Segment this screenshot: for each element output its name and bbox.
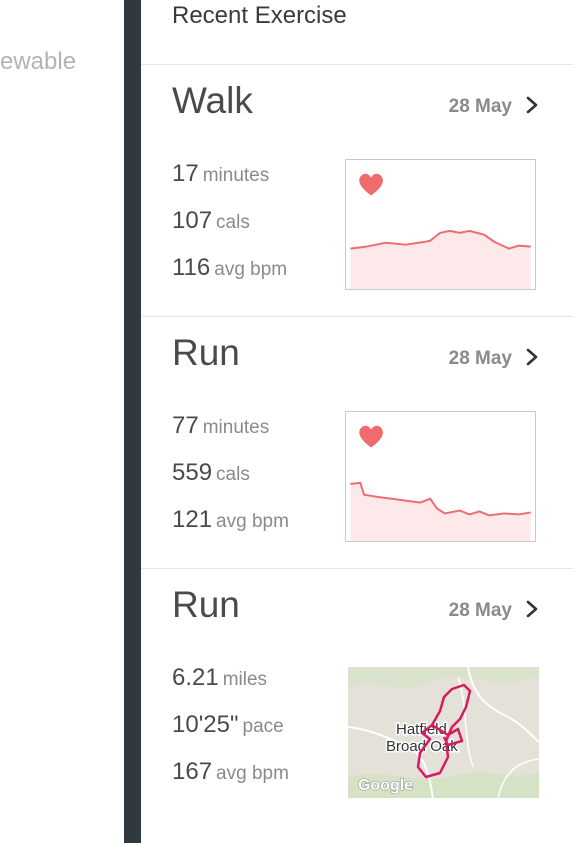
- chevron-right-icon[interactable]: [521, 598, 543, 620]
- exercise-name: Run: [172, 332, 240, 373]
- panel-edge: [124, 0, 141, 843]
- exercise-date: 28 May: [448, 348, 512, 369]
- stat-pace: 10'25" pace: [172, 711, 284, 738]
- stat-duration: 77 minutes: [172, 412, 270, 439]
- exercise-card-run[interactable]: Run 28 May 77 minutes 559 cals 121 avg bpm: [141, 316, 573, 566]
- stat-heart-rate: 167 avg bpm: [172, 758, 289, 785]
- panel-title: Recent Exercise: [172, 2, 347, 29]
- route-map: Hatfield Broad Oak Google: [348, 667, 539, 798]
- stat-duration: 17 minutes: [172, 160, 270, 187]
- heart-icon: [359, 173, 383, 196]
- stat-heart-rate: 116 avg bpm: [172, 254, 288, 281]
- chevron-right-icon[interactable]: [521, 346, 543, 368]
- heart-icon: [359, 425, 383, 448]
- exercise-name: Run: [172, 584, 240, 625]
- exercise-date: 28 May: [448, 96, 512, 117]
- background-text-fragment: ewable: [0, 48, 77, 75]
- map-attribution: Google: [358, 777, 413, 794]
- exercise-card-run-map[interactable]: Run 28 May 6.21 miles 10'25" pace 167 avg b…: [141, 568, 573, 818]
- exercise-date: 28 May: [448, 600, 512, 621]
- heart-rate-graph: [345, 411, 536, 542]
- stat-heart-rate: 121 avg bpm: [172, 506, 289, 533]
- stat-distance: 6.21 miles: [172, 664, 268, 691]
- exercise-card-walk[interactable]: Walk 28 May 17 minutes 107 cals 116 avg bpm: [141, 64, 573, 314]
- stat-calories: 559 cals: [172, 459, 250, 486]
- chevron-right-icon[interactable]: [521, 94, 543, 116]
- recent-exercise-panel: Recent Exercise Walk 28 May 17 minutes 10…: [141, 0, 573, 843]
- exercise-name: Walk: [172, 80, 253, 121]
- heart-rate-graph: [345, 159, 536, 290]
- stat-calories: 107 cals: [172, 207, 250, 234]
